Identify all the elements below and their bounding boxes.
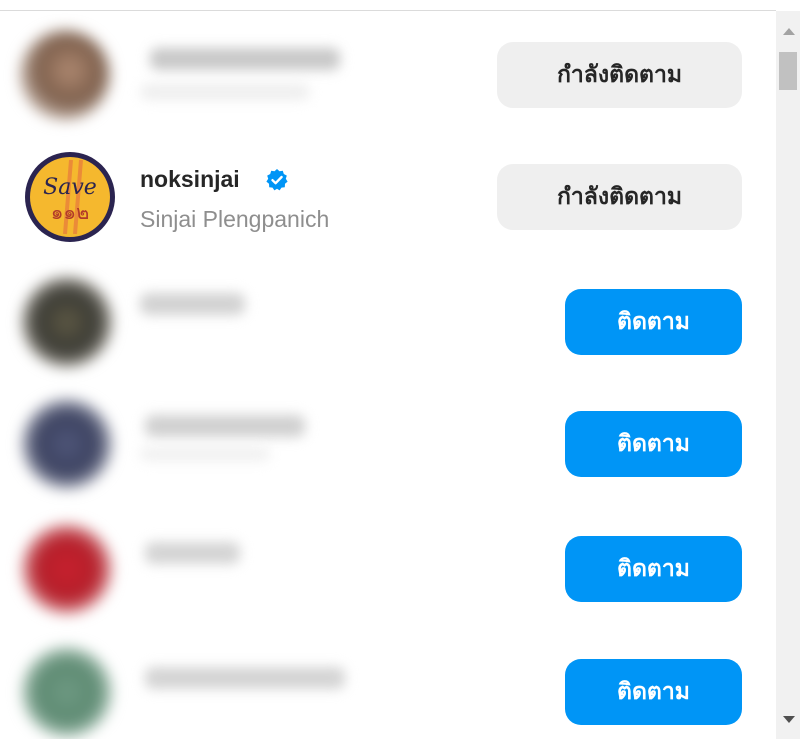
username-redacted: [150, 48, 340, 70]
avatar-text-top: Save: [43, 175, 97, 200]
list-item: กำลังติดตาม: [0, 14, 776, 136]
username-redacted: [145, 667, 345, 689]
list-item: ติดตาม: [0, 385, 776, 507]
list-item: Save ๑๑๒ noksinjai Sinjai Plengpanich กำ…: [0, 136, 776, 258]
username-redacted: [145, 542, 240, 564]
list-item: ติดตาม: [0, 510, 776, 632]
list-item: ติดตาม: [0, 633, 776, 739]
fullname-redacted: [140, 84, 310, 100]
avatar[interactable]: [22, 524, 112, 614]
follow-button[interactable]: ติดตาม: [565, 536, 742, 602]
username-redacted: [145, 415, 305, 437]
avatar[interactable]: [22, 647, 112, 737]
scroll-up-arrow-icon[interactable]: [783, 28, 795, 35]
follow-button[interactable]: ติดตาม: [565, 411, 742, 477]
full-name: Sinjai Plengpanich: [140, 206, 330, 232]
avatar-text-bottom: ๑๑๒: [51, 200, 90, 224]
username[interactable]: noksinjai: [140, 166, 240, 193]
redaction-block: [135, 345, 275, 383]
avatar[interactable]: [22, 277, 112, 367]
list-item: ติดตาม: [0, 263, 776, 385]
follow-list-panel: กำลังติดตาม Save ๑๑๒ noksinjai Sinjai Pl…: [0, 0, 800, 739]
follow-button[interactable]: ติดตาม: [565, 289, 742, 355]
following-button[interactable]: กำลังติดตาม: [497, 42, 742, 108]
username-redacted: [140, 293, 245, 315]
account-list: กำลังติดตาม Save ๑๑๒ noksinjai Sinjai Pl…: [0, 0, 776, 739]
avatar[interactable]: [22, 399, 112, 489]
avatar[interactable]: [20, 30, 110, 120]
following-button[interactable]: กำลังติดตาม: [497, 164, 742, 230]
follow-button[interactable]: ติดตาม: [565, 659, 742, 725]
avatar[interactable]: Save ๑๑๒: [25, 152, 115, 242]
vertical-scrollbar[interactable]: [776, 11, 800, 739]
fullname-redacted: [140, 447, 270, 461]
scroll-down-arrow-icon[interactable]: [783, 716, 795, 723]
scrollbar-thumb[interactable]: [779, 52, 797, 90]
redaction-block: [135, 610, 285, 632]
save-112-logo-icon: Save ๑๑๒: [30, 157, 110, 237]
verified-badge-icon: [266, 169, 288, 191]
